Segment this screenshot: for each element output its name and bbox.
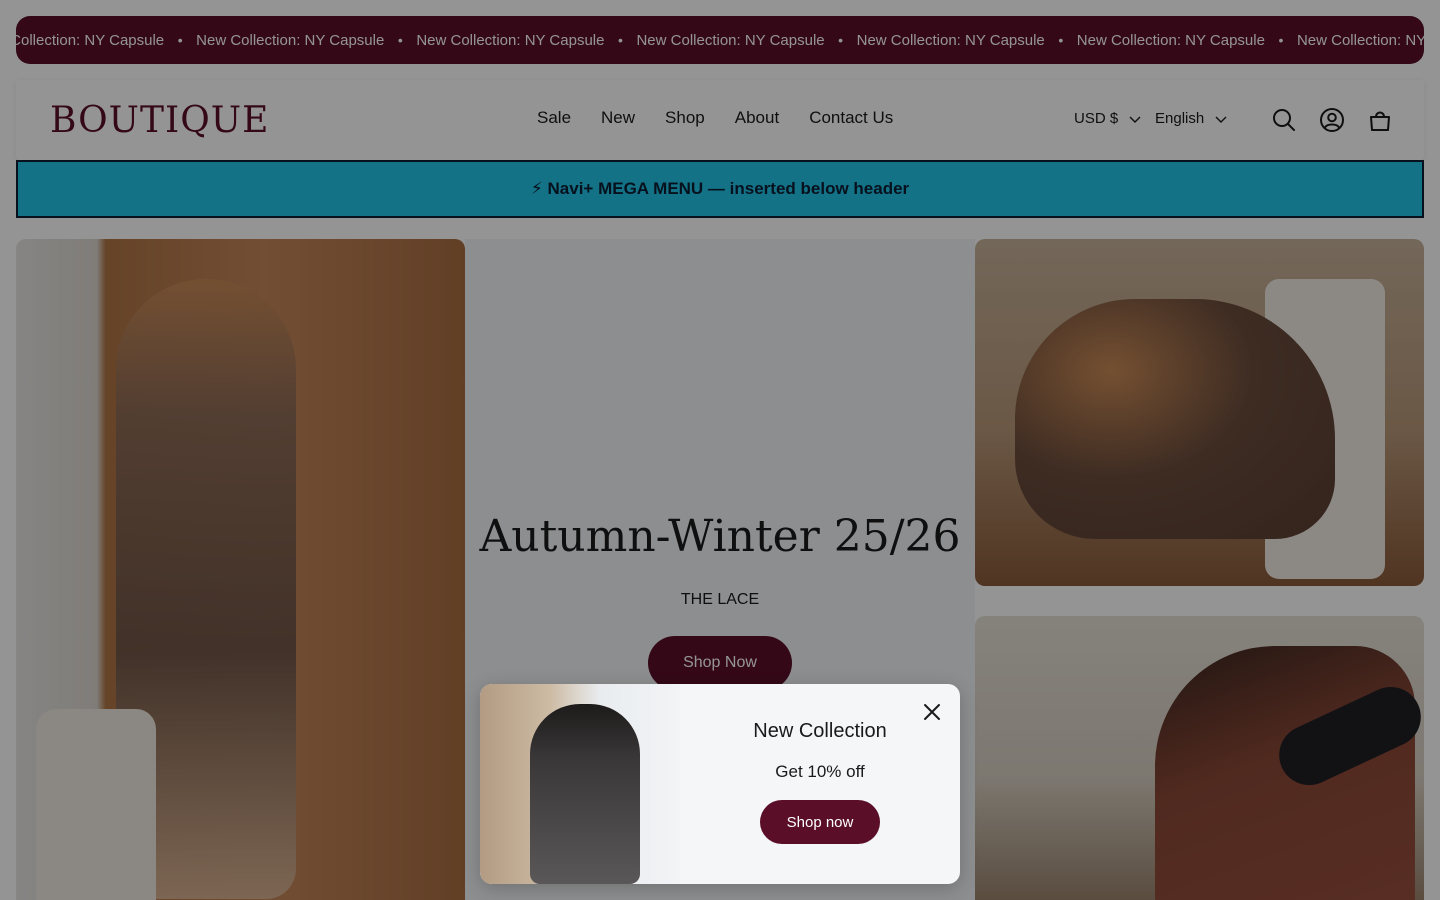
close-icon[interactable] <box>920 700 944 724</box>
popup-body: New Collection Get 10% off Shop now <box>680 684 960 884</box>
promo-popup: New Collection Get 10% off Shop now <box>480 684 960 884</box>
popup-shop-now-button[interactable]: Shop now <box>760 800 880 844</box>
popup-image <box>480 684 680 884</box>
popup-title: New Collection <box>753 720 887 742</box>
model-figure <box>530 704 640 884</box>
popup-text: Get 10% off <box>775 762 865 781</box>
